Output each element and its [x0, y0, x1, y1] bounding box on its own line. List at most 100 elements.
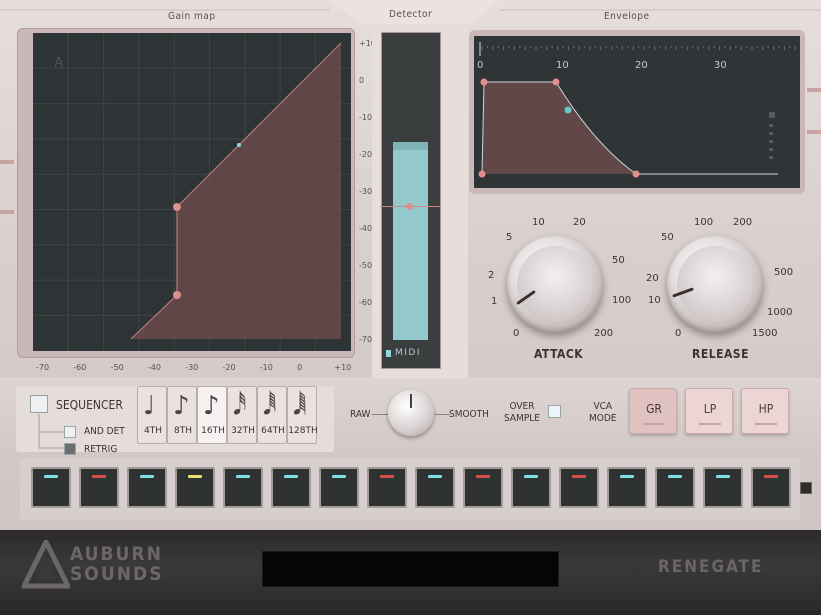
note-button-64th[interactable]: 𝅘𝅥𝅱 64TH [257, 386, 287, 444]
retrig-label: RETRIG [84, 444, 118, 455]
note-button-8th[interactable]: ♪ 8TH [167, 386, 197, 444]
sequencer-checkbox[interactable] [30, 395, 48, 413]
note-label: 32TH [231, 426, 255, 436]
step-button[interactable] [79, 467, 119, 508]
note-label: 16TH [201, 426, 225, 436]
envelope-node-origin [478, 170, 486, 178]
release-scale-label: 20 [646, 273, 659, 284]
attack-scale-label: 0 [513, 328, 520, 339]
step-button[interactable] [271, 467, 311, 508]
gain-map-y-tick: -70 [359, 335, 373, 344]
detector-title: Detector [389, 9, 433, 20]
note-icon: 𝅘𝅥𝅲 [293, 391, 307, 421]
brand-name: AUBURN SOUNDS [70, 543, 164, 585]
step-led [668, 475, 682, 478]
gain-map-node-low [173, 291, 181, 299]
gain-map-x-tick: +10 [334, 363, 352, 372]
vca-mode-gr-button[interactable]: GR [629, 388, 677, 434]
envelope-tick: 30 [714, 60, 727, 71]
note-icon: ♩ [143, 391, 156, 421]
step-button[interactable] [367, 467, 407, 508]
midi-label: MIDI [395, 348, 422, 358]
vca-mode-label: GR [646, 402, 662, 416]
release-scale-label: 100 [694, 217, 714, 228]
vca-mode-label: LP [703, 402, 717, 416]
attack-knob[interactable] [507, 236, 603, 332]
note-label: 8TH [174, 426, 192, 436]
gain-map-x-tick: -70 [36, 363, 50, 372]
envelope-node-curve [564, 106, 572, 114]
smoothing-knob-pointer [410, 394, 412, 408]
note-button-4th[interactable]: ♩ 4TH [137, 386, 167, 444]
oversample-label: OVER SAMPLE [504, 401, 540, 424]
dice-icon[interactable] [800, 482, 812, 494]
envelope-node-start [480, 78, 488, 86]
envelope-tick: 10 [556, 60, 569, 71]
auburn-logo-icon [22, 540, 70, 589]
step-led [92, 475, 106, 478]
step-button[interactable] [127, 467, 167, 508]
gain-map-y-tick: -60 [359, 298, 373, 307]
attack-scale-label: 100 [612, 295, 632, 306]
envelope-tick: 20 [635, 60, 648, 71]
step-button[interactable] [607, 467, 647, 508]
envelope-tick: 0 [477, 60, 484, 71]
gain-map-level-dot [237, 143, 241, 147]
retrig-checkbox[interactable] [64, 443, 76, 455]
gain-map-x-tick: -30 [185, 363, 199, 372]
gain-map-node-knee [173, 203, 181, 211]
note-label: 4TH [144, 426, 162, 436]
step-button[interactable] [415, 467, 455, 508]
step-led [284, 475, 298, 478]
detector-threshold-handle[interactable] [406, 203, 413, 210]
gain-map-x-tick: -50 [110, 363, 124, 372]
step-led [188, 475, 202, 478]
gain-map-y-tick: -10 [359, 113, 373, 122]
release-scale-label: 50 [661, 232, 674, 243]
envelope-graph[interactable] [474, 36, 800, 188]
note-button-128th[interactable]: 𝅘𝅥𝅲 128TH [287, 386, 318, 444]
step-button[interactable] [655, 467, 695, 508]
gain-map-title: Gain map [168, 11, 216, 22]
envelope-node-hold [552, 78, 560, 86]
step-button[interactable] [751, 467, 791, 508]
gain-map-y-tick: -20 [359, 150, 373, 159]
note-icon: 𝅘𝅥𝅰 [233, 391, 247, 421]
step-button[interactable] [31, 467, 71, 508]
step-button[interactable] [703, 467, 743, 508]
smoothing-knob[interactable] [388, 390, 434, 436]
attack-label: ATTACK [534, 347, 584, 361]
step-button[interactable] [511, 467, 551, 508]
step-led [716, 475, 730, 478]
step-led [476, 475, 490, 478]
release-knob[interactable] [667, 236, 763, 332]
vca-mode-lp-button[interactable]: LP [685, 388, 733, 434]
oversample-checkbox[interactable] [548, 405, 561, 418]
step-led [44, 475, 58, 478]
step-led [620, 475, 634, 478]
vca-mode-hp-button[interactable]: HP [741, 388, 789, 434]
gain-map-y-tick: -50 [359, 261, 373, 270]
gain-map-x-tick: -60 [73, 363, 87, 372]
and-det-label: AND DET [84, 426, 125, 437]
attack-scale-label: 20 [573, 217, 586, 228]
release-knob-face [677, 246, 753, 322]
step-led [380, 475, 394, 478]
note-icon: ♪ [203, 391, 220, 421]
step-button[interactable] [319, 467, 359, 508]
gain-map-x-tick: -10 [259, 363, 273, 372]
and-det-checkbox[interactable] [64, 426, 76, 438]
step-button[interactable] [223, 467, 263, 508]
note-button-16th[interactable]: ♪ 16TH [197, 386, 227, 444]
gain-map-graph[interactable]: A [33, 33, 351, 351]
note-button-32th[interactable]: 𝅘𝅥𝅰 32TH [227, 386, 257, 444]
sequencer-tree-lines [38, 414, 64, 449]
step-button[interactable] [175, 467, 215, 508]
left-rail [0, 160, 14, 164]
attack-scale-label: 1 [491, 296, 498, 307]
step-button[interactable] [559, 467, 599, 508]
release-scale-label: 10 [648, 295, 661, 306]
release-scale-label: 1500 [752, 328, 778, 339]
step-button[interactable] [463, 467, 503, 508]
raw-label: RAW [350, 409, 371, 420]
